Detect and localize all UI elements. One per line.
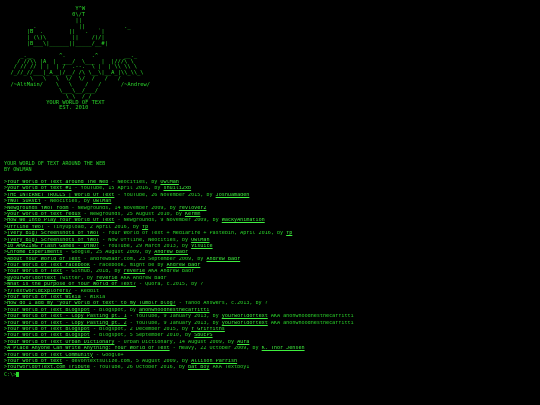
text-world-canvas[interactable]: Y^W 0\/T || _. || ._ |B . || . `| | (\)\… (0, 0, 540, 405)
link-description: - Wikia (80, 295, 106, 301)
link-title[interactable]: Your World of Text (7, 269, 62, 274)
author-link[interactable]: WackyAnimation (222, 218, 265, 223)
author-link[interactable]: Y Griffiths (191, 327, 225, 332)
link-description: - YouTube, 26 October 2016, by (89, 365, 189, 371)
link-title[interactable]: Chrome Experiments (7, 250, 62, 255)
text-cursor (16, 371, 20, 377)
link-title[interactable]: (Very Big) Screenshots of YWoT (7, 231, 99, 236)
link-title[interactable]: Newgrounds YWoT room (7, 206, 68, 211)
link-title[interactable]: What is the purpose of Your World of Tex… (7, 282, 136, 287)
link-title[interactable]: Your world of text (7, 359, 62, 364)
link-description: - YouTube, 9 January 2013, by (126, 320, 222, 326)
link-title[interactable]: Your World of Text - Copy Pasting pt. 1 (7, 314, 127, 319)
author-link[interactable]: reverie (124, 269, 145, 274)
author-link[interactable]: SBUEPS (194, 333, 212, 338)
author-link[interactable]: Aura (237, 340, 249, 345)
link-title[interactable]: About Your World of Text (7, 257, 81, 262)
author-link[interactable]: fp (286, 231, 292, 236)
link-title[interactable]: Yourworld0fText.com Tribute (7, 365, 90, 370)
link-description: - Yahoo Answers, c.2013, by ? (175, 301, 268, 307)
link-description: - Your World of Text + MediaFire + Paste… (99, 231, 287, 237)
link-description: - YouTube, 29 March 2013, by (99, 243, 192, 249)
link-title[interactable]: Your World of Text Community (7, 353, 93, 358)
link-description: - Newgrounds, 9 November 2009, by (114, 218, 222, 224)
author-alias: AKA Andrew Badr (145, 269, 195, 275)
author-link[interactable]: anonwhoodnesthecaffitti (139, 308, 210, 313)
link-title[interactable]: r/TextworldExplorers/ (7, 289, 71, 294)
link-description: - Blogspot, 2 December 2015, by (89, 326, 192, 332)
link-description: - Urban Dictionary, 14 August 2009, by (114, 339, 238, 345)
link-description: - TinyUpload, 2 April 2016, by (43, 224, 143, 230)
command-prompt[interactable]: C:\> (4, 371, 540, 378)
author-alias: AKA anonwhoodnesthecaffitti (267, 314, 354, 320)
link-title[interactable]: THE INTERNET TROLLS | World Of Text (7, 193, 114, 198)
prompt-text: C:\> (4, 371, 17, 378)
ascii-art-title: Y^W 0\/T || _. || ._ |B . || . `| | (\)\… (10, 6, 151, 112)
link-title[interactable]: Offline YWoT (7, 225, 44, 230)
link-title[interactable]: Your World of Text Wikia (7, 295, 81, 300)
link-description: - GitHub, 2018, by (62, 269, 124, 275)
author-link[interactable]: shuili2xb (164, 186, 192, 191)
link-description: - YouTube, 15 April 2016, by (71, 186, 164, 192)
link-title[interactable]: A Place Anyone Can Write Anything: Your … (7, 346, 170, 351)
author-link[interactable]: reverie (96, 276, 117, 281)
link-description: - Google+ (92, 352, 124, 358)
link-title[interactable]: Your World of Text Facebook (7, 263, 90, 268)
link-title[interactable]: How We Into Play Your World Of Text (7, 218, 114, 223)
link-description: - Quora, c.2015, by ? (135, 282, 204, 288)
author-link[interactable]: Bat Boy (188, 365, 209, 370)
link-description: - Reddit (71, 288, 100, 294)
link-title[interactable]: (Very Big) Screenshots of YWoT (7, 238, 99, 243)
author-link[interactable]: OwlMan (191, 238, 209, 243)
link-description: - Neocities, by (108, 180, 161, 185)
author-link[interactable]: Allison Parrish (191, 359, 237, 364)
link-description: - Newgrounds, 25 August 2010, by (80, 211, 185, 217)
author-alias: AKA anonwhoodnesthecaffitti (267, 320, 354, 326)
link-title[interactable]: YWOT SURVEY (7, 199, 41, 204)
author-alias: AKA Andrew Badr (117, 275, 167, 281)
link-title[interactable]: Your World of Text Urban Dictionary (7, 340, 114, 345)
author-link[interactable]: Andrew Badr (154, 250, 188, 255)
link-title[interactable]: @yourworldoftext (7, 276, 56, 281)
link-description: Twitter, by (56, 275, 97, 281)
author-link[interactable]: OwlMan (93, 199, 111, 204)
link-description: - Now Offline, Neocities, by (99, 237, 192, 243)
author-link[interactable]: Andrew Badr (206, 257, 240, 262)
link-title[interactable]: Your World of Text Blogspot (7, 333, 90, 338)
link-title[interactable]: 10 AMAZING Flash Games - DYNO! (7, 244, 99, 249)
author-link[interactable]: revlover2 (179, 206, 207, 211)
link-description: - Facebook, might be by (89, 263, 167, 269)
author-link[interactable]: yourworldoftext (222, 321, 268, 326)
link-description: - YouTube, 9 January 2013, by (126, 314, 222, 320)
link-title[interactable]: your world of text redux (7, 212, 81, 217)
link-description: - Heavy, 22 October 2009, by (169, 346, 262, 352)
link-description: - Blogspot, 5 September 2010, by (89, 333, 195, 339)
link-title[interactable]: Your World of Text around The Web (7, 180, 108, 185)
author-link[interactable]: Joshuamaden (216, 193, 250, 198)
author-link[interactable]: Kermm (185, 212, 200, 217)
author-link[interactable]: fp (142, 225, 148, 230)
author-link[interactable]: yourworldoftext (222, 314, 268, 319)
link-title[interactable]: your world of text #1 (7, 186, 71, 191)
link-description: - Blogspot, by (89, 307, 139, 313)
link-description: - Google, 25 August 2009, by (62, 250, 155, 256)
link-title[interactable]: Your World of Text Blogspot (7, 308, 90, 313)
author-alias: AKA Textboy1 (209, 365, 250, 371)
link-title[interactable]: Your World of Text Blogspot (7, 327, 90, 332)
link-title[interactable]: Your World of Text - Copy Pasting pt. 2 (7, 321, 127, 326)
link-description: - YouTube, 26 November 2015, by (114, 192, 216, 198)
link-title[interactable]: How do I add my "your world of text" to … (7, 301, 176, 306)
link-list: >Your World of Text around The Web - Neo… (4, 180, 540, 378)
header-byline: BY OWLMAN (4, 166, 32, 173)
author-link[interactable]: OwlMan (160, 180, 178, 185)
page-header: YOUR WORLD OF TEXT AROUND THE WEB BY OWL… (4, 161, 404, 173)
author-link[interactable]: K. Thor Jensen (262, 346, 305, 351)
link-description: - Neocities, by (40, 199, 93, 205)
link-description: - devontextsulize.com, 5 August 2009, by (62, 358, 192, 364)
author-link[interactable]: Andrew Badr (167, 263, 201, 268)
link-description: - Newgrounds, 14 November 2009, by (68, 205, 179, 211)
link-description: - andrewbadr.com, 23 September 2009, by (80, 256, 207, 262)
author-link[interactable]: Visuice (191, 244, 212, 249)
